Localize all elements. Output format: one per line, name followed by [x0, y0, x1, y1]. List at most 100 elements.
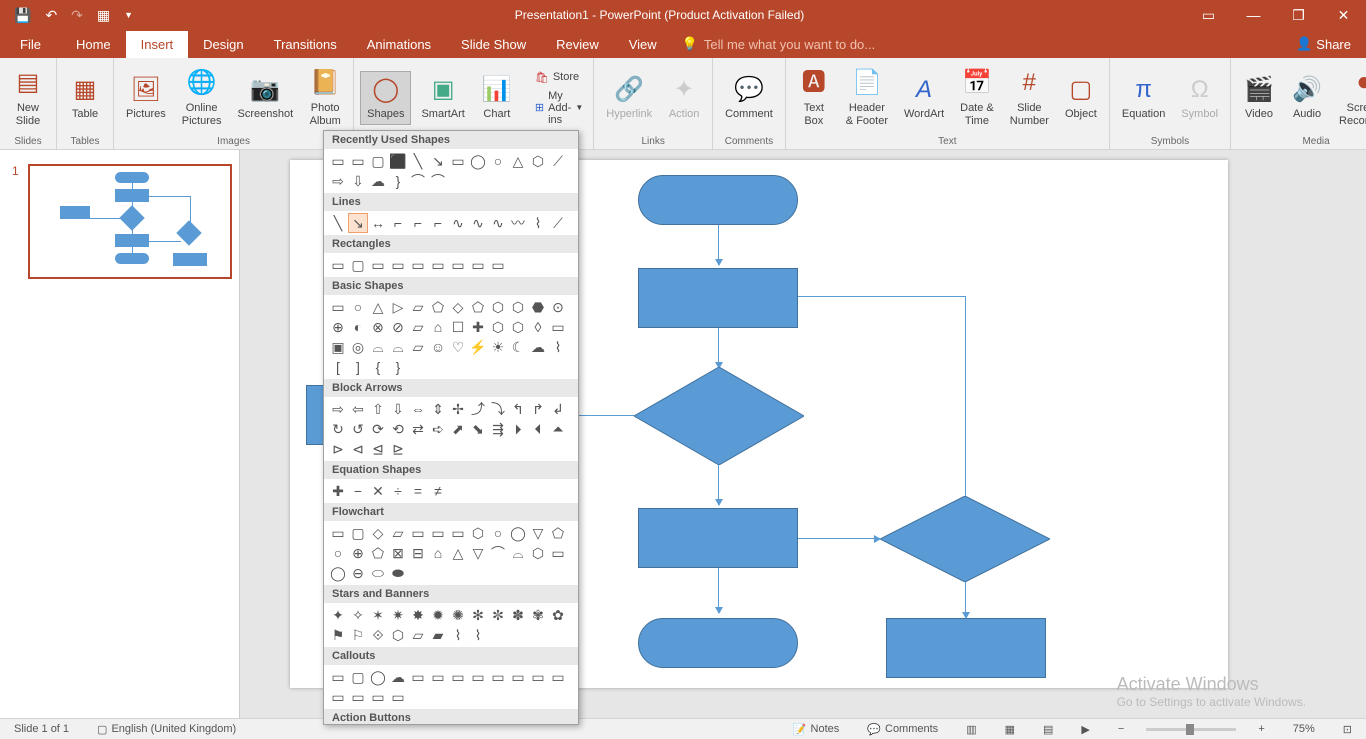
equation-button[interactable]: πEquation: [1116, 72, 1171, 123]
slide-number-button[interactable]: #Slide Number: [1004, 66, 1055, 130]
st-5[interactable]: ✸: [408, 605, 428, 625]
fc-25[interactable]: ◯: [328, 563, 348, 583]
st-9[interactable]: ✼: [488, 605, 508, 625]
status-lang[interactable]: ▢English (United Kingdom): [91, 723, 242, 736]
basic-10[interactable]: ⬡: [508, 297, 528, 317]
fc-7[interactable]: ▭: [448, 523, 468, 543]
shape-rect2[interactable]: ▭: [448, 151, 468, 171]
fc-23[interactable]: ⬡: [528, 543, 548, 563]
st-16[interactable]: ⬡: [388, 625, 408, 645]
flowchart-arrow-2[interactable]: [718, 328, 719, 368]
fc-18[interactable]: ⌂: [428, 543, 448, 563]
basic-22[interactable]: ⬡: [508, 317, 528, 337]
ba-9[interactable]: ⤵: [488, 399, 508, 419]
line-free[interactable]: 〰: [508, 213, 528, 233]
basic-35[interactable]: ☁: [528, 337, 548, 357]
status-comments[interactable]: 💬Comments: [861, 723, 944, 736]
fc-2[interactable]: ▢: [348, 523, 368, 543]
fc-19[interactable]: △: [448, 543, 468, 563]
fc-28[interactable]: ⬬: [388, 563, 408, 583]
ba-11[interactable]: ↱: [528, 399, 548, 419]
eq-3[interactable]: ✕: [368, 481, 388, 501]
basic-2[interactable]: ○: [348, 297, 368, 317]
shape-curve2[interactable]: ⌒: [428, 171, 448, 191]
fc-14[interactable]: ⊕: [348, 543, 368, 563]
tab-file[interactable]: File: [0, 31, 61, 58]
photo-album-button[interactable]: 📔Photo Album: [303, 66, 347, 130]
basic-7[interactable]: ◇: [448, 297, 468, 317]
zoom-value[interactable]: 75%: [1287, 723, 1321, 735]
zoom-out-icon[interactable]: −: [1112, 723, 1130, 735]
screen-recording-button[interactable]: ⏺Screen Recording: [1333, 66, 1366, 130]
basic-18[interactable]: ⌂: [428, 317, 448, 337]
date-time-button[interactable]: 📅Date & Time: [954, 66, 1000, 130]
st-15[interactable]: ⟐: [368, 625, 388, 645]
basic-23[interactable]: ◊: [528, 317, 548, 337]
st-20[interactable]: ⌇: [468, 625, 488, 645]
ba-22[interactable]: ⏵: [508, 419, 528, 439]
flowchart-arrow-5[interactable]: [965, 582, 966, 618]
ba-20[interactable]: ⬊: [468, 419, 488, 439]
start-from-beginning-icon[interactable]: ▦: [97, 7, 110, 24]
eq-6[interactable]: ≠: [428, 481, 448, 501]
line-elbow2[interactable]: ⌐: [408, 213, 428, 233]
eq-2[interactable]: −: [348, 481, 368, 501]
flowchart-process-1[interactable]: [638, 268, 798, 328]
rect-2[interactable]: ▢: [348, 255, 368, 275]
basic-32[interactable]: ⚡: [468, 337, 488, 357]
st-7[interactable]: ✺: [448, 605, 468, 625]
redo-icon[interactable]: ↷: [71, 7, 83, 24]
fc-6[interactable]: ▭: [428, 523, 448, 543]
st-17[interactable]: ▱: [408, 625, 428, 645]
st-18[interactable]: ▰: [428, 625, 448, 645]
st-2[interactable]: ✧: [348, 605, 368, 625]
rect-5[interactable]: ▭: [408, 255, 428, 275]
basic-33[interactable]: ☀: [488, 337, 508, 357]
basic-39[interactable]: {: [368, 357, 388, 377]
ba-19[interactable]: ⬈: [448, 419, 468, 439]
flowchart-terminator-start[interactable]: [638, 175, 798, 225]
ba-5[interactable]: ⇔: [408, 399, 428, 419]
rect-3[interactable]: ▭: [368, 255, 388, 275]
ba-1[interactable]: ⇨: [328, 399, 348, 419]
co-16[interactable]: ▭: [388, 687, 408, 707]
flowchart-line-top[interactable]: [798, 296, 966, 297]
co-2[interactable]: ▢: [348, 667, 368, 687]
shape-roundrect[interactable]: ▢: [368, 151, 388, 171]
ba-17[interactable]: ⇄: [408, 419, 428, 439]
st-19[interactable]: ⌇: [448, 625, 468, 645]
tab-transitions[interactable]: Transitions: [259, 31, 352, 58]
comment-button[interactable]: 💬Comment: [719, 72, 779, 123]
share-button[interactable]: 👤Share: [1281, 30, 1366, 58]
view-slideshow-icon[interactable]: ▶: [1075, 723, 1095, 736]
tab-design[interactable]: Design: [188, 31, 258, 58]
basic-5[interactable]: ▱: [408, 297, 428, 317]
eq-1[interactable]: ✚: [328, 481, 348, 501]
line-1[interactable]: ╲: [328, 213, 348, 233]
shapes-button[interactable]: ◯Shapes: [360, 71, 411, 124]
tell-me[interactable]: 💡Tell me what you want to do...: [672, 30, 885, 58]
tab-insert[interactable]: Insert: [126, 31, 189, 58]
line-curve3[interactable]: ∿: [488, 213, 508, 233]
shape-cloud[interactable]: ☁: [368, 171, 388, 191]
line-scribble[interactable]: ⌇: [528, 213, 548, 233]
basic-9[interactable]: ⬡: [488, 297, 508, 317]
basic-11[interactable]: ⬣: [528, 297, 548, 317]
shape-rarrow[interactable]: ⇨: [328, 171, 348, 191]
flowchart-arrow-3[interactable]: [718, 465, 719, 505]
new-slide-button[interactable]: ▤New Slide: [6, 66, 50, 130]
st-6[interactable]: ✹: [428, 605, 448, 625]
flowchart-arrow-4[interactable]: [718, 568, 719, 613]
line-double[interactable]: ↔: [368, 213, 388, 233]
flowchart-decision-2[interactable]: [880, 496, 1050, 582]
basic-21[interactable]: ⬡: [488, 317, 508, 337]
co-4[interactable]: ☁: [388, 667, 408, 687]
st-1[interactable]: ✦: [328, 605, 348, 625]
audio-button[interactable]: 🔊Audio: [1285, 72, 1329, 123]
shape-snip[interactable]: ⬛: [388, 151, 408, 171]
wordart-button[interactable]: AWordArt: [898, 72, 950, 123]
line-arrow[interactable]: ↘: [348, 213, 368, 233]
shape-circle[interactable]: ○: [488, 151, 508, 171]
zoom-slider[interactable]: [1146, 728, 1236, 731]
basic-8[interactable]: ⬠: [468, 297, 488, 317]
